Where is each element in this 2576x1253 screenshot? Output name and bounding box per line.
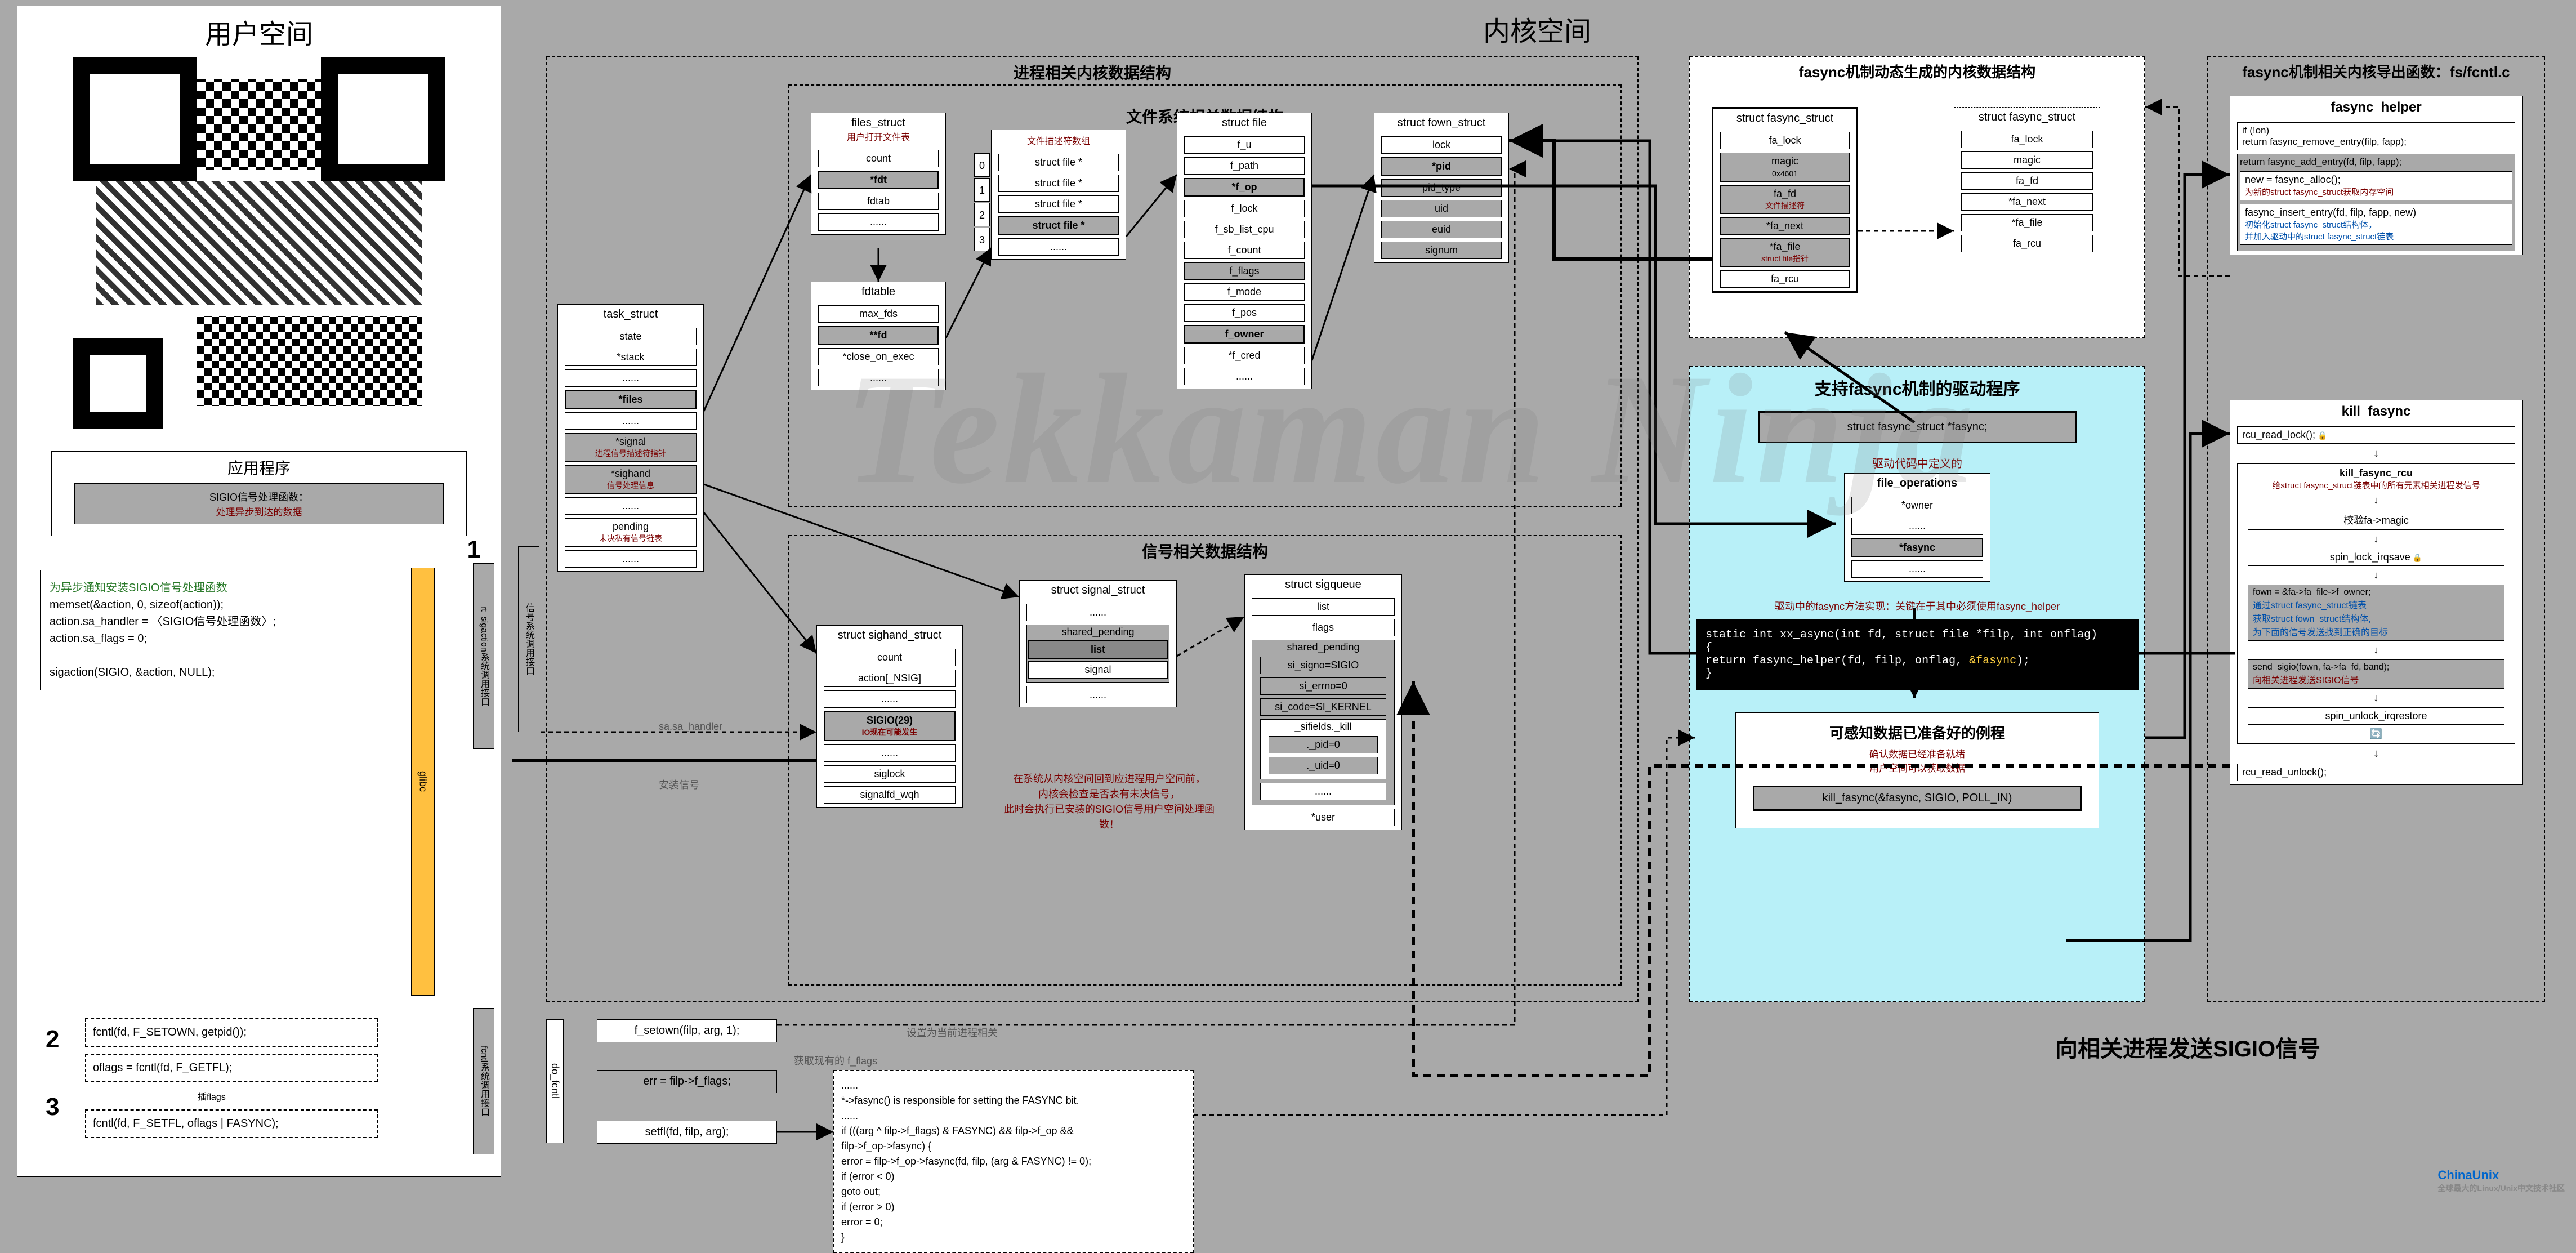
sighand-struct-box: struct sighand_struct count action[_NSIG… xyxy=(816,625,963,808)
signal-note: 在系统从内核空间回到应进程用户空间前， 内核会检查是否表有未决信号， 此时会执行… xyxy=(1002,772,1216,832)
driver-fasync-code: static int xx_async(int fd, struct file … xyxy=(1696,619,2139,690)
step-3a-code: oflags = fcntl(fd, F_GETFL); xyxy=(85,1054,378,1082)
f-setown-box: f_setown(filp, arg, 1); xyxy=(597,1019,777,1042)
struct-file-box: struct file f_u f_path *f_op f_lock f_sb… xyxy=(1177,113,1312,389)
setfl-box: setfl(fd, filp, arg); xyxy=(597,1121,777,1144)
step-2-label: 2 xyxy=(46,1025,59,1054)
fasync-ptr-decl: struct fasync_struct *fasync; xyxy=(1758,411,2077,443)
fown-struct-box: struct fown_struct lock *pid pid_type ui… xyxy=(1374,113,1509,263)
step-3-label: 3 xyxy=(46,1093,59,1121)
setfl-note-box: ...... *->fasync() is responsible for se… xyxy=(833,1070,1194,1253)
signal-struct-box: struct signal_struct ...... shared_pendi… xyxy=(1019,580,1177,707)
sigaction-syscall-bar: rt_sigaction系统调用接口 xyxy=(473,563,494,749)
files-struct-box: files_struct用户打开文件表 count *fdt fdtab ...… xyxy=(811,113,946,235)
kernel-space-title: 内核空间 xyxy=(512,9,2562,48)
driver-panel: 支持fasync机制的驱动程序 struct fasync_struct *fa… xyxy=(1689,366,2145,1002)
fdtable-box: fdtable max_fds **fd *close_on_exec ....… xyxy=(811,282,946,390)
file-operations-box: file_operations *owner ...... *fasync ..… xyxy=(1844,473,1990,582)
kernel-space-panel: 内核空间 信号系统调用接口 task_struct state *stack .… xyxy=(512,6,2562,1177)
fcntl-syscall-bar: fcntl系统调用接口 xyxy=(473,1008,494,1154)
fasync-struct-left: struct fasync_struct fa_lock magic0x4601… xyxy=(1712,107,1858,293)
fasync-struct-right: struct fasync_struct fa_lock magic fa_fd… xyxy=(1954,107,2100,256)
data-ready-box: 可感知数据已准备好的例程 确认数据已经准备就绪 用户空间可以获取数据 kill_… xyxy=(1735,712,2099,828)
chinaunix-logo: ChinaUnix 全球最大的Linux/Unix中文技术社区 xyxy=(2437,1168,2565,1194)
send-sigio-label: 向相关进程发送SIGIO信号 xyxy=(2055,1031,2320,1063)
sigqueue-box: struct sigqueue list flags shared_pendin… xyxy=(1244,574,1402,830)
signal-syscall-bar-k: 信号系统调用接口 xyxy=(518,546,539,732)
sigio-handler-box: SIGIO信号处理函数： 处理异步到达的数据 xyxy=(74,483,444,524)
app-box-title: 应用程序 xyxy=(52,452,466,483)
app-program-box: 应用程序 SIGIO信号处理函数： 处理异步到达的数据 xyxy=(51,451,467,536)
kill-fasync-box: kill_fasync rcu_read_lock(); ↓ kill_fasy… xyxy=(2230,400,2523,785)
step-3b-code: fcntl(fd, F_SETFL, oflags | FASYNC); xyxy=(85,1109,378,1138)
fasync-helper-box: fasync_helper if (!on) return fasync_rem… xyxy=(2230,96,2523,255)
get-flags-box: err = filp->f_flags; xyxy=(597,1070,777,1093)
fd-array-box: 文件描述符数组 struct file * struct file * stru… xyxy=(991,130,1126,260)
kill-fasync-call: kill_fasync(&fasync, SIGIO, POLL_IN) xyxy=(1753,786,2082,811)
file-fowner-field: f_owner xyxy=(1184,325,1305,344)
sigio-action-field: SIGIO(29)IO现在可能发生 xyxy=(824,711,956,741)
file-fop-field: *f_op xyxy=(1184,178,1305,197)
step-2-code: fcntl(fd, F_SETOWN, getpid()); xyxy=(85,1018,378,1047)
glibc-bar: glibc xyxy=(411,568,435,996)
do-fcntl-label: do_fcntl xyxy=(546,1019,564,1143)
user-space-title: 用户空间 xyxy=(17,12,501,51)
qr-code xyxy=(73,57,445,429)
